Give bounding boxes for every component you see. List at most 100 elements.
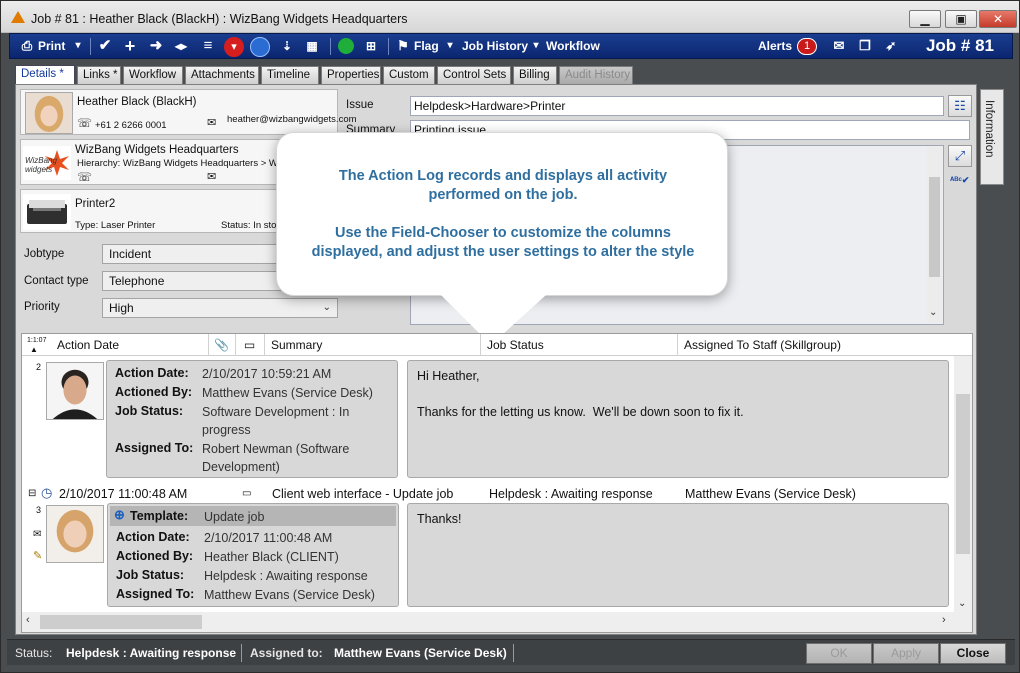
tab-control-sets[interactable]: Control Sets xyxy=(437,66,511,84)
job-history-button[interactable]: Job History xyxy=(462,34,528,58)
toolbar: ⎙ Print ▾ ✔ + ➜ ◂▸ ≡ ▾ ⇣ ▦ ⊞ ⚑ Flag ▾ Jo… xyxy=(9,33,1013,59)
scroll-thumb[interactable] xyxy=(956,394,970,554)
asset-type: Type: Laser Printer xyxy=(75,220,156,231)
maximize-button[interactable]: ▣ xyxy=(945,10,977,28)
tab-timeline[interactable]: Timeline xyxy=(261,66,319,84)
printer-icon[interactable]: ⎙ xyxy=(18,34,36,58)
network-icon[interactable]: ⊞ xyxy=(362,34,380,58)
action-entry[interactable]: ⊕ Template: Update job Action Date: 2/10… xyxy=(107,503,399,607)
minimize-button[interactable]: ▁ xyxy=(909,10,941,28)
group-assigned-to: Matthew Evans (Service Desk) xyxy=(685,487,856,501)
tab-attachments[interactable]: Attachments xyxy=(185,66,259,84)
col-job-status[interactable]: Job Status xyxy=(480,334,544,356)
copy-icon[interactable]: ❐ xyxy=(856,34,874,58)
workflow-button[interactable]: Workflow xyxy=(546,34,600,58)
col-assigned-to[interactable]: Assigned To Staff (Skillgroup) xyxy=(677,334,841,356)
entry-number: 2 xyxy=(36,362,42,372)
swap-arrows-icon[interactable]: ◂▸ xyxy=(172,34,190,58)
client-card[interactable]: Heather Black (BlackH) ☏ +61 2 6266 0001… xyxy=(20,89,357,135)
spellcheck-icon[interactable]: ᴬᴮᶜ✔ xyxy=(950,175,969,186)
asset-name: Printer2 xyxy=(75,198,116,210)
col-action-date[interactable]: Action Date xyxy=(57,334,119,356)
schedule-icon[interactable]: ▦ xyxy=(303,34,321,58)
grid-vertical-scrollbar[interactable]: ⌄ xyxy=(954,356,972,612)
information-side-tab[interactable]: Information xyxy=(980,89,1004,185)
apply-button[interactable]: Apply xyxy=(873,643,939,664)
client-avatar xyxy=(25,92,73,134)
action-entry[interactable]: Action Date: 2/10/2017 10:59:21 AM Actio… xyxy=(106,360,398,478)
col-summary[interactable]: Summary xyxy=(264,334,322,356)
chevron-left-icon[interactable]: ‹ xyxy=(26,614,30,626)
tab-properties[interactable]: Properties xyxy=(321,66,381,84)
job-history-dropdown-icon[interactable]: ▾ xyxy=(527,34,545,58)
assign-icon[interactable]: ⇣ xyxy=(278,34,296,58)
site-hierarchy: Hierarchy: WizBang Widgets Headquarters … xyxy=(77,158,278,169)
group-summary: Client web interface - Update job xyxy=(272,487,454,501)
flag-dropdown-icon[interactable]: ▾ xyxy=(441,34,459,58)
action-date-key: Action Date: xyxy=(116,530,190,544)
close-button[interactable]: Close xyxy=(940,643,1006,664)
action-date-value: 2/10/2017 11:00:48 AM xyxy=(204,531,333,545)
tab-details[interactable]: Details * xyxy=(15,65,75,85)
email-icon: ✉ xyxy=(33,529,42,540)
action-message: Thanks! xyxy=(407,503,949,607)
issue-field[interactable]: Helpdesk>Hardware>Printer xyxy=(410,96,944,116)
chevron-down-icon: ⌄ xyxy=(322,302,331,313)
tab-billing[interactable]: Billing xyxy=(513,66,557,84)
callout-line-4: displayed, and adjust the user settings … xyxy=(311,244,695,260)
information-label: Information xyxy=(983,100,995,158)
issue-label: Issue xyxy=(346,99,374,111)
alerts-button[interactable]: Alerts xyxy=(758,34,792,58)
expand-icon[interactable]: ⤢ xyxy=(948,145,972,167)
description-scrollbar[interactable]: ⌄ xyxy=(927,147,942,323)
contacttype-label: Contact type xyxy=(24,275,89,287)
priority-up-icon[interactable] xyxy=(250,37,270,57)
job-status-key: Job Status: xyxy=(116,568,185,582)
tab-custom[interactable]: Custom xyxy=(383,66,435,84)
actioned-by-value: Heather Black (CLIENT) xyxy=(204,550,339,564)
issue-tree-button[interactable]: ☷ xyxy=(948,95,972,117)
collapse-icon[interactable]: ⊟ xyxy=(28,485,36,503)
message-icon: ▭ xyxy=(242,488,252,499)
alerts-count-badge[interactable]: 1 xyxy=(797,38,817,55)
mail-icon[interactable]: ✉ xyxy=(830,34,848,58)
tab-links[interactable]: Links * xyxy=(77,66,121,84)
title-bar: Job # 81 : Heather Black (BlackH) : WizB… xyxy=(1,1,1019,33)
action-log-grid: 1:1:07 ▲ Action Date 📎 ▭ Summary Job Sta… xyxy=(21,333,973,633)
job-status-value: Helpdesk : Awaiting response xyxy=(204,569,368,583)
tab-workflow[interactable]: Workflow xyxy=(123,66,183,84)
scroll-thumb[interactable] xyxy=(40,615,202,629)
paperclip-icon[interactable]: 📎 xyxy=(208,334,234,356)
client-email[interactable]: heather@wizbangwidgets.com xyxy=(227,114,357,125)
action-log-callout: The Action Log records and displays all … xyxy=(276,132,728,296)
actioner-avatar xyxy=(46,505,104,563)
ok-button[interactable]: OK xyxy=(806,643,872,664)
priority-down-icon[interactable]: ▾ xyxy=(224,37,244,57)
assigned-label: Assigned to: xyxy=(250,646,323,660)
chevron-down-icon: ⌄ xyxy=(929,307,938,318)
app-logo-icon xyxy=(11,11,25,23)
message-icon[interactable]: ▭ xyxy=(235,334,263,356)
flag-icon[interactable]: ⚑ xyxy=(394,34,412,58)
chevron-down-icon[interactable]: ⌄ xyxy=(958,598,966,609)
callout-line-3: Use the Field-Chooser to customize the c… xyxy=(335,225,671,241)
close-window-button[interactable]: ✕ xyxy=(979,10,1017,28)
print-button[interactable]: Print xyxy=(38,34,65,58)
phone-icon: ☏ xyxy=(77,116,93,130)
template-value: Update job xyxy=(204,510,265,524)
print-dropdown-icon[interactable]: ▾ xyxy=(69,34,87,58)
assigned-to-key: Assigned To: xyxy=(115,441,194,455)
grid-horizontal-scrollbar[interactable]: ‹ › xyxy=(22,612,972,632)
list-icon[interactable]: ≡ xyxy=(199,34,217,58)
pointer-icon[interactable]: ➶ xyxy=(882,34,900,58)
flag-button[interactable]: Flag xyxy=(414,34,439,58)
priority-select[interactable]: High ⌄ xyxy=(102,298,338,318)
priority-label: Priority xyxy=(24,301,60,313)
add-icon[interactable]: + xyxy=(121,34,139,58)
arrow-right-icon[interactable]: ➜ xyxy=(147,34,165,58)
status-icon[interactable] xyxy=(338,38,354,54)
action-date-key: Action Date: xyxy=(115,366,189,380)
window-title: Job # 81 : Heather Black (BlackH) : WizB… xyxy=(31,12,408,26)
chevron-right-icon[interactable]: › xyxy=(942,614,946,626)
check-icon[interactable]: ✔ xyxy=(96,34,114,58)
